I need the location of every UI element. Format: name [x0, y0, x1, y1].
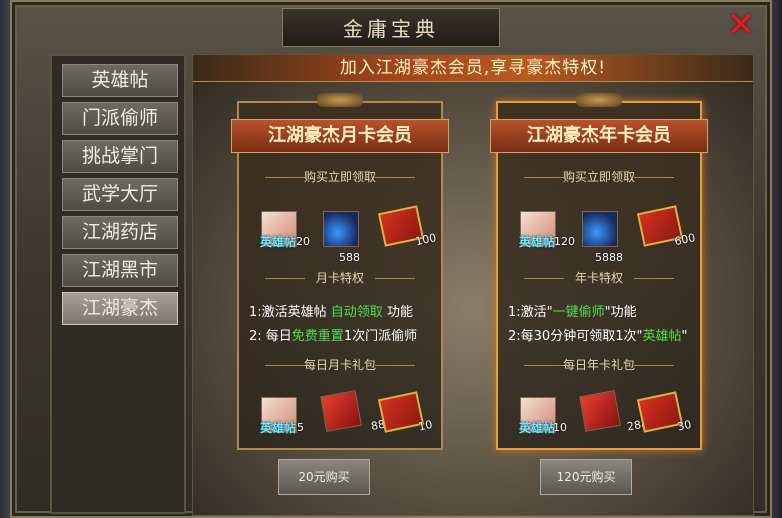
- window-title: 金庸宝典: [282, 8, 500, 47]
- year-perk-2: 2:每30分钟可领取1次"英雄帖": [508, 325, 696, 344]
- perk-highlight: 一键偷师: [552, 305, 605, 320]
- main-panel: 加入江湖豪杰会员,享寻豪杰特权! 江湖豪杰月卡会员 购买立即领取 英雄帖 20 …: [192, 54, 754, 516]
- item-qty: 10: [417, 417, 434, 434]
- sidebar-item-sect-steal[interactable]: 门派偷师: [62, 102, 178, 135]
- year-perk-1: 1:激活"一键偷师"功能: [508, 301, 696, 320]
- year-card: 江湖豪杰年卡会员 购买立即领取 英雄帖 120 5888 600 年卡特权 1:…: [490, 93, 708, 450]
- sidebar-item-pharmacy[interactable]: 江湖药店: [62, 216, 178, 249]
- perk-highlight: 自动领取: [330, 305, 383, 320]
- item-qty: 30: [676, 417, 693, 434]
- close-icon[interactable]: ✕: [726, 8, 756, 42]
- perk-text: 1:激活英雄帖: [249, 305, 331, 320]
- sidebar-item-challenge-master[interactable]: 挑战掌门: [62, 140, 178, 173]
- year-privilege-header: 年卡特权: [518, 270, 680, 286]
- perk-highlight: 英雄帖: [642, 329, 682, 344]
- item-qty: 5: [297, 421, 304, 434]
- feather-icon[interactable]: 588: [323, 211, 360, 264]
- gift-card-icon[interactable]: 30: [636, 391, 693, 434]
- sidebar-item-black-market[interactable]: 江湖黑市: [62, 254, 178, 287]
- item-label: 英雄帖: [260, 421, 297, 435]
- gift-card-icon[interactable]: 10: [377, 391, 434, 434]
- year-buy-claim-header: 购买立即领取: [518, 169, 680, 185]
- card-crest-icon: [317, 93, 363, 107]
- ticket-icon[interactable]: 英雄帖 5: [260, 397, 304, 435]
- item-label: 英雄帖: [260, 235, 297, 249]
- item-label: 英雄帖: [519, 421, 556, 435]
- buy-month-card-button[interactable]: 20元购买: [278, 459, 370, 495]
- perk-text: 功能: [382, 305, 413, 320]
- ticket-icon[interactable]: 英雄帖 120: [519, 211, 575, 249]
- sidebar-item-heroes[interactable]: 江湖豪杰: [62, 292, 178, 325]
- card-crest-icon: [576, 93, 622, 107]
- gift-card-icon[interactable]: 600: [636, 205, 696, 248]
- month-card-title: 江湖豪杰月卡会员: [231, 119, 449, 153]
- feather-icon[interactable]: 5888: [582, 211, 623, 264]
- perk-text: ": [681, 329, 688, 344]
- perk-highlight: 免费重置: [291, 329, 344, 344]
- red-book-icon[interactable]: 288: [579, 390, 649, 433]
- item-qty: 20: [296, 235, 310, 248]
- year-daily-header: 每日年卡礼包: [518, 357, 680, 373]
- item-qty: 10: [553, 421, 567, 434]
- sidebar: 英雄帖 门派偷师 挑战掌门 武学大厅 江湖药店 江湖黑市 江湖豪杰: [50, 54, 186, 514]
- perk-text: 1:激活": [508, 305, 553, 320]
- item-qty: 5888: [595, 251, 623, 264]
- buy-year-card-button[interactable]: 120元购买: [540, 459, 632, 495]
- sidebar-item-hero-post[interactable]: 英雄帖: [62, 64, 178, 97]
- perk-text: "功能: [604, 305, 637, 320]
- promo-banner: 加入江湖豪杰会员,享寻豪杰特权!: [193, 55, 753, 82]
- item-qty: 588: [339, 251, 360, 264]
- perk-text: 2: 每日: [249, 329, 292, 344]
- month-perk-1: 1:激活英雄帖 自动领取 功能: [249, 301, 437, 320]
- ticket-icon[interactable]: 英雄帖 10: [519, 397, 567, 435]
- gift-card-icon[interactable]: 100: [377, 205, 437, 248]
- month-perk-2: 2: 每日免费重置1次门派偷师: [249, 325, 437, 344]
- month-privilege-header: 月卡特权: [259, 270, 421, 286]
- year-card-title: 江湖豪杰年卡会员: [490, 119, 708, 153]
- sidebar-item-martial-hall[interactable]: 武学大厅: [62, 178, 178, 211]
- month-daily-header: 每日月卡礼包: [259, 357, 421, 373]
- item-qty: 600: [673, 231, 697, 249]
- month-card: 江湖豪杰月卡会员 购买立即领取 英雄帖 20 588 100 月卡特权 1:激活…: [231, 93, 449, 450]
- title-bar: 金庸宝典: [12, 2, 770, 47]
- dialog-frame: 金庸宝典 ✕ 英雄帖 门派偷师 挑战掌门 武学大厅 江湖药店 江湖黑市 江湖豪杰…: [10, 0, 772, 518]
- perk-text: 1次门派偷师: [343, 329, 418, 344]
- item-qty: 120: [554, 235, 575, 248]
- red-book-icon[interactable]: 88: [320, 390, 386, 433]
- item-label: 英雄帖: [519, 235, 556, 249]
- ticket-icon[interactable]: 英雄帖 20: [260, 211, 310, 249]
- item-qty: 100: [414, 231, 438, 249]
- perk-text: 2:每30分钟可领取1次": [508, 329, 643, 344]
- month-buy-claim-header: 购买立即领取: [259, 169, 421, 185]
